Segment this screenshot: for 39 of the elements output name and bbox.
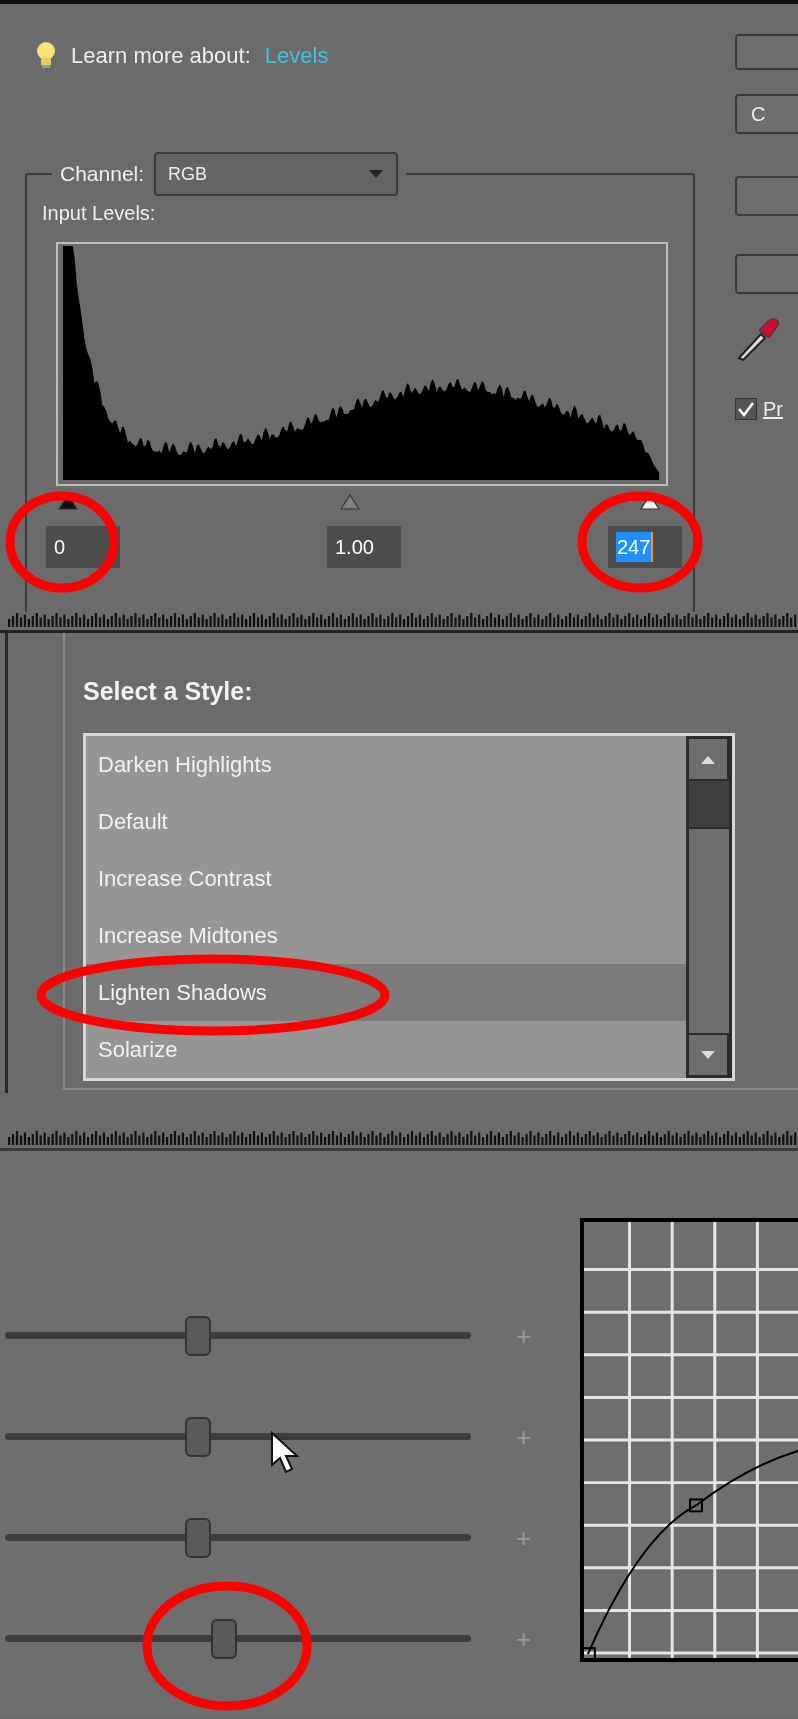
channel-label: Channel: [60,161,145,188]
style-title: Select a Style: [83,676,254,707]
levels-link[interactable]: Levels [264,38,329,72]
channel-dropdown[interactable]: RGB [154,152,399,196]
level-input-field[interactable]: 1.00 [327,526,401,568]
style-list-item[interactable]: Solarize [86,1020,686,1078]
scrollbar-thumb[interactable] [689,780,729,827]
preview-checkbox[interactable] [735,398,757,420]
style-list-item[interactable]: Default [86,792,686,850]
checkmark-icon [737,401,755,417]
slider-thumb[interactable] [185,1316,212,1356]
scroll-up-icon [689,738,727,779]
slider-track[interactable] [5,1417,471,1457]
scroll-down-icon [689,1034,727,1075]
slider-track[interactable] [5,1518,471,1558]
style-list-item[interactable]: Increase Midtones [86,906,686,964]
slider-track[interactable] [5,1619,471,1659]
plus-sign: + [516,1319,532,1353]
slider-track[interactable] [5,1316,471,1356]
caret-icon [368,169,385,179]
eyedropper-icon[interactable] [735,316,781,362]
plus-sign: + [516,1420,532,1454]
level-input-field[interactable]: 247 [608,526,682,568]
input-levels-label: Input Levels: [42,201,157,226]
mouse-cursor-icon [270,1431,300,1475]
slider-triangle-icon[interactable] [339,494,360,510]
style-list-item[interactable]: Increase Contrast [86,849,686,907]
slider-thumb[interactable] [185,1518,212,1558]
scrollbar[interactable] [686,735,732,1078]
plus-sign: + [516,1622,532,1656]
plus-sign: + [516,1521,532,1555]
style-list-item[interactable]: Lighten Shadows [86,963,686,1021]
style-list-item[interactable]: Darken Highlights [86,735,686,793]
slider-thumb[interactable] [211,1619,237,1659]
learn-more-label: Learn more about: [71,41,251,70]
lightbulb-icon [35,41,57,69]
slider-thumb[interactable] [185,1417,212,1457]
preview-label: Pr [763,397,783,422]
dialog-button[interactable]: C [735,94,798,134]
